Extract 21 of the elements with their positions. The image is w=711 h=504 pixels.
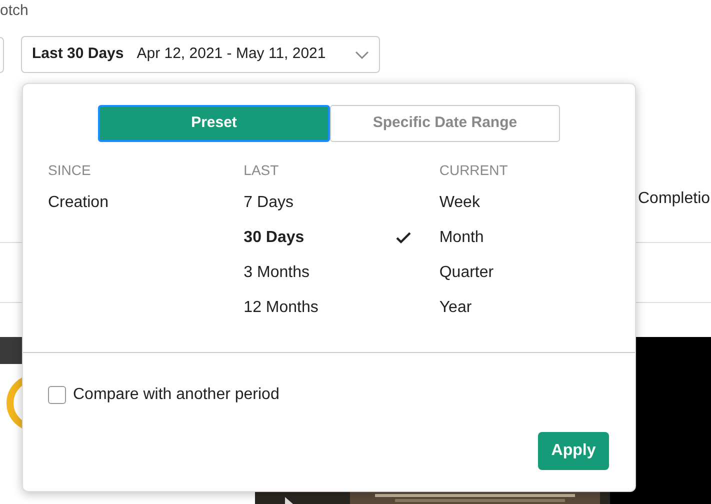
preset-option[interactable]: 12 Months — [244, 296, 318, 320]
preset-option[interactable]: Quarter — [439, 260, 494, 284]
mode-tab[interactable]: Preset — [98, 105, 330, 142]
preset-option[interactable]: Month — [439, 226, 484, 250]
preset-option[interactable]: Year — [439, 296, 472, 320]
date-range-dropdown[interactable]: Last 30 Days Apr 12, 2021 - May 11, 2021 — [21, 36, 380, 73]
compare-checkbox[interactable]: Compare with another period — [48, 383, 280, 407]
preset-option[interactable]: 7 Days — [244, 190, 294, 214]
stat-label: Completio — [638, 189, 710, 209]
preset-option[interactable]: 3 Months — [244, 260, 310, 284]
preset-option[interactable]: 30 Days — [244, 226, 304, 250]
chevron-down-icon — [355, 50, 369, 58]
column-heading: SINCE — [48, 161, 92, 180]
column-heading: LAST — [244, 161, 280, 180]
apply-button[interactable]: Apply — [538, 432, 609, 470]
page-title: otch — [0, 1, 28, 21]
column-heading: CURRENT — [439, 161, 509, 180]
preset-option[interactable]: Creation — [48, 190, 108, 214]
mode-tab[interactable]: Specific Date Range — [330, 105, 560, 142]
checkmark-icon — [396, 232, 412, 244]
preset-option[interactable]: Week — [439, 190, 480, 214]
